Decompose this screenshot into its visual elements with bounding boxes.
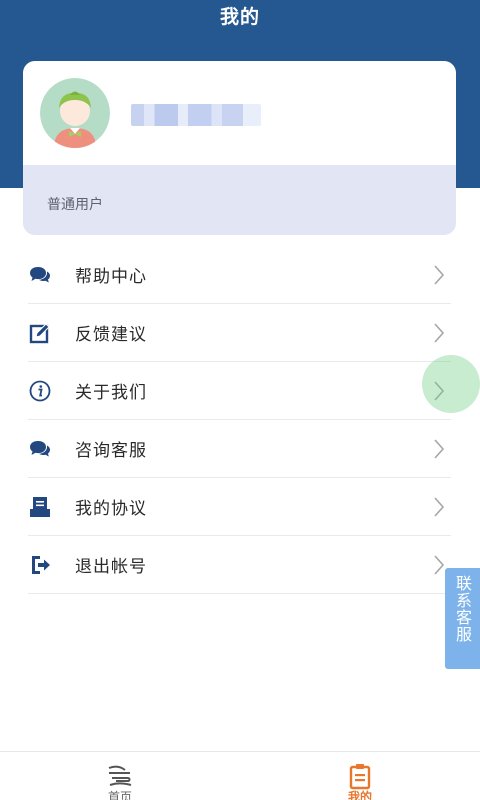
user-level: 普通用户	[47, 197, 103, 213]
contact-service-float-button[interactable]: 联系客服	[445, 568, 480, 669]
menu-item-label: 退出帐号	[75, 557, 147, 577]
touch-ripple	[422, 355, 480, 413]
menu-item-my-agreement[interactable]: 我的协议	[28, 478, 451, 536]
menu-list: 帮助中心 反馈建议 关于我们 咨询客服 我的协议 退出帐号	[28, 246, 451, 594]
menu-item-help-center[interactable]: 帮助中心	[28, 246, 451, 304]
menu-item-customer-service[interactable]: 咨询客服	[28, 420, 451, 478]
avatar[interactable]	[40, 78, 110, 148]
chevron-right-icon	[434, 496, 445, 517]
contact-service-label: 联系客服	[453, 575, 472, 643]
menu-item-label: 咨询客服	[75, 441, 147, 461]
logout-icon	[28, 553, 52, 577]
bottom-tab-bar: 首页 我的	[0, 751, 480, 800]
menu-item-feedback[interactable]: 反馈建议	[28, 304, 451, 362]
chat-bubble-icon	[28, 437, 52, 461]
chat-bubble-icon	[28, 263, 52, 287]
profile-card-top	[23, 61, 456, 165]
info-icon	[28, 379, 52, 403]
tab-label: 首页	[107, 790, 132, 800]
edit-icon	[28, 321, 52, 345]
chevron-right-icon	[434, 322, 445, 343]
profile-card: 普通用户	[23, 61, 456, 235]
menu-item-label: 帮助中心	[75, 267, 147, 287]
page-title: 我的	[219, 6, 260, 28]
tab-mine[interactable]: 我的	[240, 752, 480, 800]
menu-item-label: 我的协议	[75, 499, 147, 519]
clipboard-icon	[349, 764, 371, 790]
menu-item-about-us[interactable]: 关于我们	[28, 362, 451, 420]
tab-home[interactable]: 首页	[0, 752, 240, 800]
chevron-right-icon	[434, 438, 445, 459]
tab-label: 我的	[347, 790, 372, 800]
menu-item-logout[interactable]: 退出帐号	[28, 536, 451, 594]
menu-item-label: 反馈建议	[75, 325, 147, 345]
menu-item-label: 关于我们	[75, 383, 147, 403]
home-icon	[108, 765, 132, 786]
username-blurred	[131, 104, 261, 126]
chevron-right-icon	[434, 264, 445, 285]
document-icon	[28, 495, 52, 519]
chevron-right-icon	[434, 554, 445, 575]
